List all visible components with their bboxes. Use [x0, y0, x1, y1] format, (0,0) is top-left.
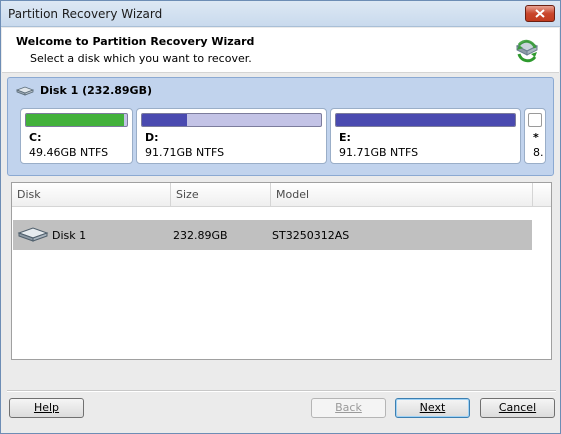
cancel-button[interactable]: Cancel: [480, 398, 555, 418]
column-header-size[interactable]: Size: [171, 183, 271, 207]
column-header-model[interactable]: Model: [271, 183, 533, 207]
column-header-disk[interactable]: Disk: [12, 183, 171, 207]
close-icon: [535, 9, 545, 18]
partition-usage-bar: [335, 113, 516, 127]
partition-d[interactable]: D: 91.71GB NTFS: [136, 108, 327, 164]
partition-usage-bar: [25, 113, 128, 127]
wizard-window: Partition Recovery Wizard Welcome to Par…: [0, 0, 561, 434]
disk-map-panel: Disk 1 (232.89GB) C: 49.46GB NTFS D: 91.…: [7, 77, 554, 176]
partition-usage-fill: [336, 114, 515, 126]
partition-info: 91.71GB NTFS: [145, 146, 225, 159]
disk-list: Disk Size Model Disk 1 232.89GB ST325031…: [11, 182, 552, 360]
partition-info: 49.46GB NTFS: [29, 146, 109, 159]
help-button[interactable]: Help: [9, 398, 84, 418]
title-bar: Partition Recovery Wizard: [1, 1, 560, 27]
close-button[interactable]: [525, 5, 555, 22]
partition-info: 91.71GB NTFS: [339, 146, 419, 159]
partition-usage-fill: [26, 114, 124, 126]
next-button[interactable]: Next: [395, 398, 470, 418]
partition-usage-bar: [528, 113, 542, 127]
window-title: Partition Recovery Wizard: [8, 7, 163, 21]
disk-map-label: Disk 1 (232.89GB): [16, 84, 152, 97]
recover-disk-icon: [515, 39, 539, 63]
header-title: Welcome to Partition Recovery Wizard: [16, 35, 255, 48]
partition-info: 8.: [533, 146, 544, 159]
partition-letter: *: [533, 131, 539, 144]
hard-disk-icon: [16, 86, 34, 96]
partition-c[interactable]: C: 49.46GB NTFS: [20, 108, 133, 164]
hard-disk-icon: [17, 227, 49, 242]
footer-divider: [7, 390, 556, 392]
partition-unallocated[interactable]: * 8.: [524, 108, 546, 164]
header-subtitle: Select a disk which you want to recover.: [30, 52, 252, 65]
cell-size: 232.89GB: [173, 229, 228, 242]
partition-letter: D:: [145, 131, 159, 144]
cell-disk: Disk 1: [52, 229, 87, 242]
cell-model: ST3250312AS: [272, 229, 350, 242]
table-row[interactable]: Disk 1 232.89GB ST3250312AS: [13, 220, 532, 250]
partition-usage-fill: [142, 114, 187, 126]
disk-map-title: Disk 1 (232.89GB): [40, 84, 152, 97]
partition-letter: C:: [29, 131, 42, 144]
back-button[interactable]: Back: [311, 398, 386, 418]
partition-letter: E:: [339, 131, 351, 144]
partition-e[interactable]: E: 91.71GB NTFS: [330, 108, 521, 164]
partition-usage-bar: [141, 113, 322, 127]
list-header: Disk Size Model: [12, 183, 551, 207]
wizard-header: Welcome to Partition Recovery Wizard Sel…: [2, 28, 559, 73]
